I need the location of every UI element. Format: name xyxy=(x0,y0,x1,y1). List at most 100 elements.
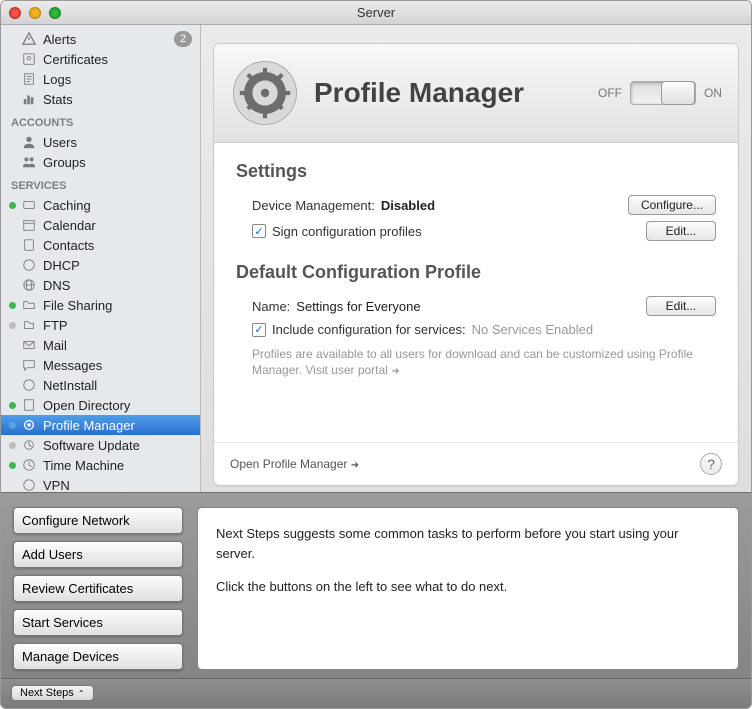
sidebar-item-ftp[interactable]: FTP xyxy=(1,315,200,335)
sidebar-item-dhcp[interactable]: DHCP xyxy=(1,255,200,275)
sidebar-item-users[interactable]: Users xyxy=(1,132,200,152)
sidebar-item-label: Logs xyxy=(43,72,192,87)
sidebar-item-label: Certificates xyxy=(43,52,192,67)
sidebar-item-caching[interactable]: Caching xyxy=(1,195,200,215)
sidebar-item-label: Users xyxy=(43,135,192,150)
sidebar-item-calendar[interactable]: Calendar xyxy=(1,215,200,235)
settings-heading: Settings xyxy=(236,161,716,182)
status-dot-icon xyxy=(9,422,16,429)
sidebar-item-netinstall[interactable]: NetInstall xyxy=(1,375,200,395)
sidebar-item-filesharing[interactable]: File Sharing xyxy=(1,295,200,315)
sidebar-item-certificates[interactable]: Certificates xyxy=(1,49,200,69)
gear-icon xyxy=(230,58,300,128)
add-users-button[interactable]: Add Users xyxy=(13,541,183,568)
logs-icon xyxy=(21,71,37,87)
sidebar-item-vpn[interactable]: VPN xyxy=(1,475,200,492)
profile-hint-text: Profiles are available to all users for … xyxy=(252,347,693,377)
sidebar-item-label: Contacts xyxy=(43,238,192,253)
dns-icon xyxy=(21,277,37,293)
device-management-label: Device Management: xyxy=(252,198,375,213)
toggle-knob-icon xyxy=(661,81,695,105)
sidebar-item-stats[interactable]: Stats xyxy=(1,89,200,109)
certificate-icon xyxy=(21,51,37,67)
sidebar-item-logs[interactable]: Logs xyxy=(1,69,200,89)
vpn-icon xyxy=(21,477,37,492)
next-steps-label: Next Steps xyxy=(20,687,74,699)
sidebar-item-label: NetInstall xyxy=(43,378,192,393)
sign-profiles-checkbox[interactable]: ✓ xyxy=(252,224,266,238)
configure-network-button[interactable]: Configure Network xyxy=(13,507,183,534)
edit-sign-button[interactable]: Edit... xyxy=(646,221,716,241)
profile-hint: Profiles are available to all users for … xyxy=(236,340,716,379)
sidebar-item-label: Profile Manager xyxy=(43,418,192,433)
service-toggle[interactable] xyxy=(630,81,696,105)
device-management-value: Disabled xyxy=(381,198,435,213)
user-icon xyxy=(21,134,37,150)
server-window: Server Alerts 2 Certificates Logs Stats xyxy=(0,0,752,709)
include-services-row: ✓ Include configuration for services: No… xyxy=(236,319,716,340)
sidebar-item-label: Groups xyxy=(43,155,192,170)
sidebar-item-contacts[interactable]: Contacts xyxy=(1,235,200,255)
sidebar-item-label: Time Machine xyxy=(43,458,192,473)
alerts-badge: 2 xyxy=(174,31,192,47)
sidebar-item-label: DHCP xyxy=(43,258,192,273)
sidebar-item-label: File Sharing xyxy=(43,298,192,313)
profile-name-label: Name: xyxy=(252,299,290,314)
sidebar-item-label: DNS xyxy=(43,278,192,293)
main-area: Profile Manager OFF ON Settings Device M… xyxy=(201,25,751,492)
calendar-icon xyxy=(21,217,37,233)
netinstall-icon xyxy=(21,377,37,393)
panel-body: Settings Device Management: Disabled Con… xyxy=(214,143,738,442)
review-certificates-button[interactable]: Review Certificates xyxy=(13,575,183,602)
sign-profiles-row: ✓ Sign configuration profiles Edit... xyxy=(236,218,716,244)
sidebar-item-alerts[interactable]: Alerts 2 xyxy=(1,29,200,49)
status-dot-icon xyxy=(9,202,16,209)
device-management-row: Device Management: Disabled Configure... xyxy=(236,192,716,218)
panel-footer: Open Profile Manager ➜ ? xyxy=(214,442,738,485)
configure-button[interactable]: Configure... xyxy=(628,195,716,215)
ftp-icon xyxy=(21,317,37,333)
status-dot-icon xyxy=(9,322,16,329)
chevron-up-icon: ⌃ xyxy=(78,689,85,698)
status-dot-icon xyxy=(9,442,16,449)
sidebar-item-profilemanager[interactable]: Profile Manager xyxy=(1,415,200,435)
help-button[interactable]: ? xyxy=(700,453,722,475)
service-toggle-group: OFF ON xyxy=(598,81,722,105)
sidebar-item-opendirectory[interactable]: Open Directory xyxy=(1,395,200,415)
include-services-checkbox[interactable]: ✓ xyxy=(252,323,266,337)
clock-icon xyxy=(21,457,37,473)
sidebar-item-mail[interactable]: Mail xyxy=(1,335,200,355)
directory-icon xyxy=(21,397,37,413)
contacts-icon xyxy=(21,237,37,253)
sidebar-item-messages[interactable]: Messages xyxy=(1,355,200,375)
dhcp-icon xyxy=(21,257,37,273)
window-title: Server xyxy=(1,5,751,20)
messages-icon xyxy=(21,357,37,373)
page-title: Profile Manager xyxy=(314,77,584,109)
sidebar-item-dns[interactable]: DNS xyxy=(1,275,200,295)
next-steps-buttons: Configure Network Add Users Review Certi… xyxy=(13,507,183,670)
sidebar-item-softwareupdate[interactable]: Software Update xyxy=(1,435,200,455)
sidebar-item-timemachine[interactable]: Time Machine xyxy=(1,455,200,475)
start-services-button[interactable]: Start Services xyxy=(13,609,183,636)
sidebar: Alerts 2 Certificates Logs Stats ACCOUNT… xyxy=(1,25,201,492)
sidebar-item-label: VPN xyxy=(43,478,192,493)
edit-profile-button[interactable]: Edit... xyxy=(646,296,716,316)
arrow-icon[interactable]: ➜ xyxy=(391,366,399,377)
next-steps-toggle[interactable]: Next Steps ⌃ xyxy=(11,685,94,701)
window-body: Alerts 2 Certificates Logs Stats ACCOUNT… xyxy=(1,25,751,492)
sidebar-item-label: Mail xyxy=(43,338,192,353)
group-icon xyxy=(21,154,37,170)
open-profile-manager-link[interactable]: Open Profile Manager ➜ xyxy=(230,457,359,471)
titlebar[interactable]: Server xyxy=(1,1,751,25)
open-profile-manager-label: Open Profile Manager xyxy=(230,457,347,471)
next-steps-line1: Next Steps suggests some common tasks to… xyxy=(216,524,720,563)
stats-icon xyxy=(21,91,37,107)
arrow-icon: ➜ xyxy=(351,460,359,471)
status-dot-icon xyxy=(9,462,16,469)
profile-name-row: Name: Settings for Everyone Edit... xyxy=(236,293,716,319)
caching-icon xyxy=(21,197,37,213)
sidebar-item-label: Calendar xyxy=(43,218,192,233)
manage-devices-button[interactable]: Manage Devices xyxy=(13,643,183,670)
sidebar-item-groups[interactable]: Groups xyxy=(1,152,200,172)
